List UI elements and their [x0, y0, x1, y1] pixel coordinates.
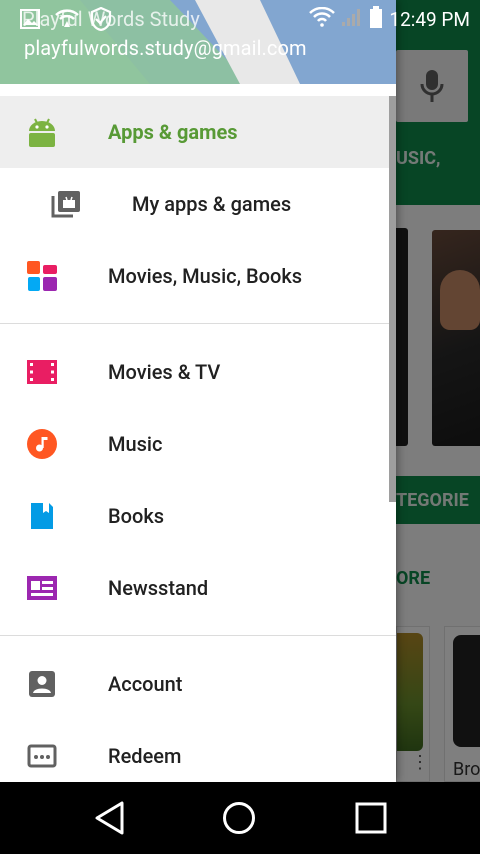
android-icon: [26, 116, 58, 148]
account-email[interactable]: playfulwords.study@gmail.com: [24, 36, 307, 60]
menu-item-music[interactable]: Music: [0, 408, 396, 480]
newsstand-icon: [26, 572, 58, 604]
recents-icon: [355, 802, 387, 834]
recents-button[interactable]: [351, 798, 391, 838]
drawer-divider: [0, 323, 396, 324]
menu-item-label: My apps & games: [132, 192, 292, 216]
menu-item-label: Newsstand: [108, 576, 209, 600]
menu-item-label: Redeem: [108, 744, 182, 768]
home-icon: [223, 802, 255, 834]
menu-item-label: Account: [108, 672, 183, 696]
wifi-icon: [309, 6, 336, 32]
menu-item-label: Apps & games: [108, 120, 238, 144]
menu-item-movies-music-books[interactable]: Movies, Music, Books: [0, 240, 396, 312]
menu-item-books[interactable]: Books: [0, 480, 396, 552]
movies-icon: [26, 356, 58, 388]
shield-icon: [90, 6, 112, 35]
menu-item-label: Music: [108, 432, 163, 456]
navigation-drawer: playfulwords.study@gmail.com Apps & game…: [0, 0, 396, 782]
books-icon: [26, 500, 58, 532]
back-button[interactable]: [90, 798, 130, 838]
menu-item-my-apps-games[interactable]: My apps & games: [0, 168, 396, 240]
drawer-scrollbar[interactable]: [389, 96, 396, 502]
home-button[interactable]: [219, 798, 259, 838]
menu-item-apps-games[interactable]: Apps & games: [0, 96, 396, 168]
wifi-call-icon: [54, 7, 80, 35]
navigation-bar: [0, 782, 480, 854]
music-icon: [26, 428, 58, 460]
menu-item-newsstand[interactable]: Newsstand: [0, 552, 396, 624]
image-notification-icon: [20, 9, 40, 33]
menu-item-account[interactable]: Account: [0, 648, 396, 720]
redeem-icon: [26, 740, 58, 772]
menu-item-redeem[interactable]: Redeem: [0, 720, 396, 782]
status-bar: Playful Words Study 12:49 PM: [0, 0, 480, 38]
status-time: 12:49 PM: [389, 8, 470, 31]
my-apps-icon: [50, 188, 82, 220]
entertainment-icon: [26, 260, 58, 292]
menu-item-label: Movies & TV: [108, 360, 221, 384]
signal-icon: [341, 7, 363, 32]
menu-item-label: Books: [108, 504, 165, 528]
battery-icon: [369, 6, 383, 33]
back-icon: [95, 801, 124, 835]
drawer-divider: [0, 635, 396, 636]
menu-item-movies-tv[interactable]: Movies & TV: [0, 336, 396, 408]
account-icon: [26, 668, 58, 700]
menu-item-label: Movies, Music, Books: [108, 264, 303, 288]
